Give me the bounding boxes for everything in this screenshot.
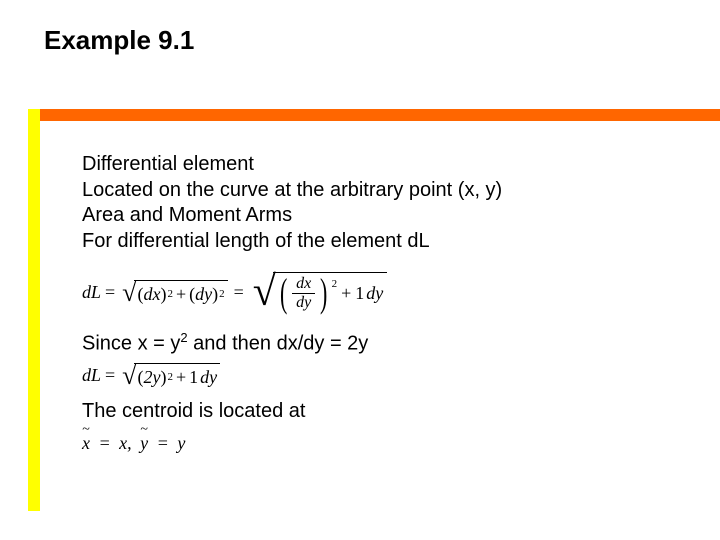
body-content: Differential element Located on the curv…: [82, 152, 682, 465]
accent-bar-horizontal: [40, 109, 720, 121]
text-line: The centroid is located at: [82, 399, 682, 425]
eq-equals: =: [234, 281, 244, 304]
slide: Example 9.1 Differential element Located…: [0, 0, 720, 540]
text-line: For differential length of the element d…: [82, 229, 682, 255]
accent-bar-vertical: [28, 109, 40, 511]
equation-dl-full: dL = √ (dx)2 + (dy)2 = √ (: [82, 272, 682, 313]
text-line: Differential element: [82, 152, 682, 178]
eq-lhs: dL: [82, 281, 101, 304]
equation-centroid: ~x = x, ~y = y: [82, 432, 682, 455]
eq-equals: =: [105, 281, 115, 304]
text-line: Area and Moment Arms: [82, 203, 682, 229]
text-line: Located on the curve at the arbitrary po…: [82, 178, 682, 204]
text-line: Since x = y2 and then dx/dy = 2y: [82, 330, 682, 357]
slide-title: Example 9.1: [44, 25, 194, 56]
equation-dl-substituted: dL = √ (2y)2 + 1 dy: [82, 363, 682, 389]
fraction-dx-dy: dx dy: [292, 275, 315, 311]
sqrt-2: √ ( dx dy )2 + 1 dy: [253, 272, 387, 313]
sqrt-1: √ (dx)2 + (dy)2: [122, 280, 227, 306]
